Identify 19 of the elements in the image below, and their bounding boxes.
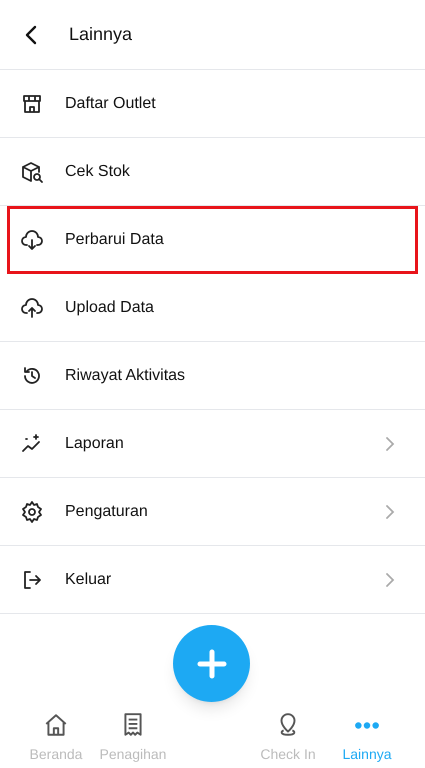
menu-item[interactable]: Riwayat Aktivitas xyxy=(0,342,425,410)
box-search-icon xyxy=(20,160,44,184)
page-title: Lainnya xyxy=(69,23,132,46)
chevron-right-icon xyxy=(385,504,395,520)
chevron-right-icon xyxy=(385,436,395,452)
menu-item[interactable]: Laporan xyxy=(0,410,425,478)
cloud-download-icon xyxy=(20,228,44,252)
menu-item[interactable]: Pengaturan xyxy=(0,478,425,546)
more-icon xyxy=(354,722,380,728)
chevron-right-icon xyxy=(385,572,395,588)
settings-icon xyxy=(20,500,44,524)
menu-item[interactable]: Cek Stok xyxy=(0,138,425,206)
menu-item[interactable]: Perbarui Data xyxy=(7,206,418,274)
cloud-upload-icon xyxy=(20,296,44,320)
menu-item[interactable]: Daftar Outlet xyxy=(0,70,425,138)
plus-icon xyxy=(196,648,226,678)
menu-item[interactable]: Upload Data xyxy=(0,274,425,342)
menu-item[interactable]: Keluar xyxy=(0,546,425,614)
home-icon xyxy=(43,712,69,738)
